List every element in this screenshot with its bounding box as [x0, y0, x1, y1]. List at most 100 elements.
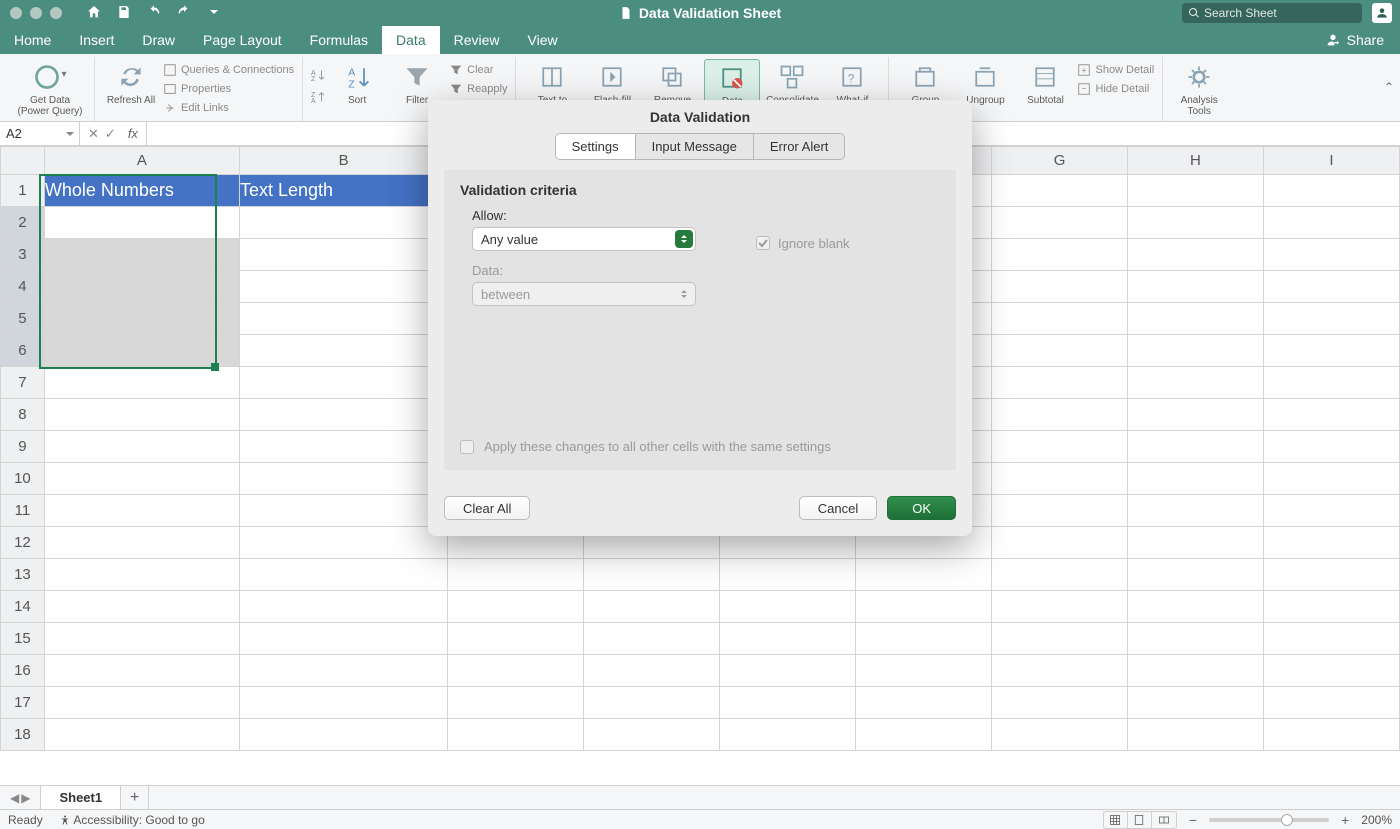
cell[interactable] — [1128, 591, 1264, 623]
window-controls[interactable] — [0, 7, 62, 19]
cell[interactable] — [240, 623, 448, 655]
cell[interactable] — [584, 655, 720, 687]
cell[interactable] — [1128, 399, 1264, 431]
col-header-A[interactable]: A — [44, 147, 239, 175]
cell[interactable] — [584, 623, 720, 655]
group-button[interactable]: Group — [897, 59, 953, 106]
row-header[interactable]: 10 — [1, 463, 45, 495]
cell[interactable] — [44, 687, 239, 719]
cell[interactable] — [1263, 303, 1399, 335]
ok-button[interactable]: OK — [887, 496, 956, 520]
cell[interactable] — [1263, 655, 1399, 687]
consolidate-button[interactable]: Consolidate — [764, 59, 820, 106]
reapply-filter-button[interactable]: Reapply — [449, 80, 507, 97]
tab-insert[interactable]: Insert — [65, 26, 128, 54]
col-header-B[interactable]: B — [240, 147, 448, 175]
page-break-view-icon[interactable] — [1152, 812, 1176, 828]
cell[interactable] — [992, 495, 1128, 527]
col-header-H[interactable]: H — [1128, 147, 1264, 175]
cell[interactable] — [992, 399, 1128, 431]
cell[interactable] — [1128, 431, 1264, 463]
row-header[interactable]: 16 — [1, 655, 45, 687]
cell[interactable] — [856, 591, 992, 623]
filter-button[interactable]: Filter — [389, 59, 445, 106]
cell[interactable] — [448, 591, 584, 623]
table-row[interactable]: 13 — [1, 559, 1400, 591]
cell[interactable] — [1128, 527, 1264, 559]
remove-duplicates-button[interactable]: Remove — [644, 59, 700, 106]
cell[interactable] — [44, 623, 239, 655]
view-mode-buttons[interactable] — [1103, 811, 1177, 829]
table-row[interactable]: 18 — [1, 719, 1400, 751]
minimize-window-button[interactable] — [30, 7, 42, 19]
properties-button[interactable]: Properties — [163, 80, 294, 97]
cell[interactable] — [44, 207, 239, 239]
cell[interactable] — [240, 239, 448, 271]
cell[interactable] — [720, 655, 856, 687]
cell[interactable] — [44, 431, 239, 463]
cell[interactable] — [992, 239, 1128, 271]
cell[interactable] — [720, 591, 856, 623]
analysis-tools-button[interactable]: Analysis Tools — [1171, 59, 1227, 117]
cell[interactable] — [1263, 687, 1399, 719]
redo-icon[interactable] — [176, 4, 192, 23]
name-box[interactable]: A2 — [0, 122, 80, 145]
cell[interactable] — [44, 527, 239, 559]
cell[interactable] — [1128, 687, 1264, 719]
cell[interactable] — [1128, 175, 1264, 207]
cell[interactable] — [992, 655, 1128, 687]
qat-dropdown-icon[interactable] — [206, 4, 222, 23]
cancel-formula-icon[interactable]: ✕ — [88, 126, 99, 142]
tab-formulas[interactable]: Formulas — [296, 26, 382, 54]
cell[interactable] — [448, 623, 584, 655]
row-header[interactable]: 2 — [1, 207, 45, 239]
add-sheet-button[interactable]: + — [121, 786, 149, 809]
search-input[interactable]: Search Sheet — [1182, 3, 1362, 23]
maximize-window-button[interactable] — [50, 7, 62, 19]
queries-connections-button[interactable]: Queries & Connections — [163, 61, 294, 78]
tab-review[interactable]: Review — [440, 26, 514, 54]
share-button[interactable]: Share — [1309, 26, 1400, 54]
cell[interactable] — [856, 687, 992, 719]
cell[interactable] — [992, 527, 1128, 559]
allow-dropdown[interactable]: Any value — [472, 227, 696, 251]
zoom-in-button[interactable]: + — [1337, 812, 1353, 828]
cell[interactable] — [1128, 239, 1264, 271]
cell[interactable] — [1128, 463, 1264, 495]
row-header[interactable]: 9 — [1, 431, 45, 463]
zoom-slider-thumb[interactable] — [1281, 814, 1293, 826]
cell[interactable] — [1128, 271, 1264, 303]
cell[interactable] — [240, 399, 448, 431]
cell[interactable] — [584, 687, 720, 719]
cell[interactable] — [1263, 399, 1399, 431]
row-header[interactable]: 8 — [1, 399, 45, 431]
cell[interactable] — [1263, 207, 1399, 239]
cell[interactable] — [992, 463, 1128, 495]
cell[interactable] — [44, 399, 239, 431]
cell[interactable] — [1128, 335, 1264, 367]
tab-data[interactable]: Data — [382, 26, 440, 54]
cell[interactable] — [240, 367, 448, 399]
what-if-button[interactable]: ? What-if — [824, 59, 880, 106]
cell[interactable] — [1128, 719, 1264, 751]
page-layout-view-icon[interactable] — [1128, 812, 1152, 828]
normal-view-icon[interactable] — [1104, 812, 1128, 828]
row-header[interactable]: 14 — [1, 591, 45, 623]
prev-sheet-icon[interactable]: ◀ — [10, 791, 19, 805]
cell[interactable] — [992, 687, 1128, 719]
cell[interactable] — [240, 655, 448, 687]
sort-asc-button[interactable]: AZ — [311, 65, 325, 85]
cell[interactable] — [448, 655, 584, 687]
cell[interactable] — [1263, 271, 1399, 303]
cell[interactable] — [992, 559, 1128, 591]
cell[interactable] — [240, 303, 448, 335]
sheet-nav[interactable]: ◀ ▶ — [0, 786, 41, 809]
cell[interactable] — [240, 271, 448, 303]
select-all-corner[interactable] — [1, 147, 45, 175]
row-header[interactable]: 13 — [1, 559, 45, 591]
next-sheet-icon[interactable]: ▶ — [21, 791, 30, 805]
ungroup-button[interactable]: Ungroup — [957, 59, 1013, 106]
cell[interactable] — [44, 719, 239, 751]
zoom-slider[interactable] — [1209, 818, 1329, 822]
table-row[interactable]: 15 — [1, 623, 1400, 655]
